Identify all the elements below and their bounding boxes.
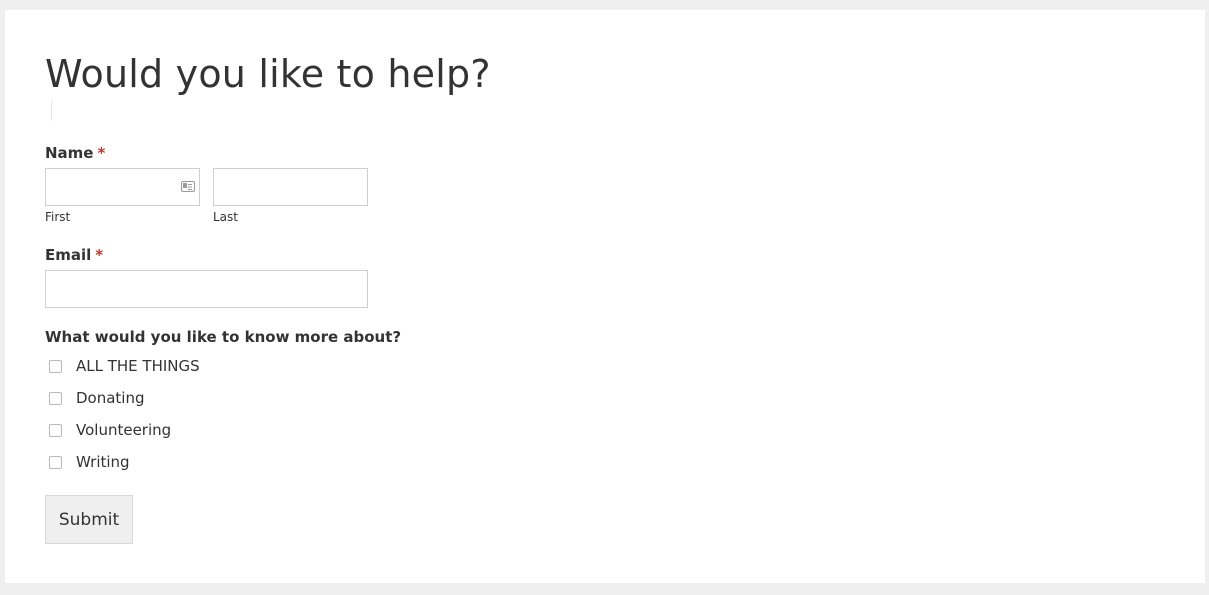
email-required-marker: * [95,246,104,264]
interest-checkbox-all[interactable] [49,359,62,373]
interest-option-label: Volunteering [76,421,172,439]
interest-option-label: Donating [76,389,145,407]
first-name-sublabel: First [45,210,71,224]
interests-label: What would you like to know more about? [45,328,402,346]
email-input[interactable] [45,270,368,308]
interest-option-label: ALL THE THINGS [76,357,200,375]
interest-checkbox-volunteering[interactable] [49,423,62,437]
email-label-text: Email [45,246,92,264]
submit-button[interactable]: Submit [45,495,133,544]
interest-option-donating[interactable]: Donating [45,388,145,408]
form-title: Would you like to help? [45,52,491,96]
interest-checkbox-writing[interactable] [49,455,62,469]
email-label: Email * [45,246,103,264]
interest-checkbox-donating[interactable] [49,391,62,405]
first-name-input[interactable] [45,168,200,206]
interest-option-writing[interactable]: Writing [45,452,130,472]
form-card: Would you like to help? Name * First Last… [5,10,1205,583]
interest-option-label: Writing [76,453,130,471]
name-required-marker: * [97,144,106,162]
name-label: Name * [45,144,105,162]
last-name-input[interactable] [213,168,368,206]
interest-option-volunteering[interactable]: Volunteering [45,420,171,440]
name-label-text: Name [45,144,94,162]
interest-option-all[interactable]: ALL THE THINGS [45,356,200,376]
text-cursor-divider [51,101,52,121]
last-name-sublabel: Last [213,210,238,224]
contact-card-icon[interactable] [181,181,195,192]
